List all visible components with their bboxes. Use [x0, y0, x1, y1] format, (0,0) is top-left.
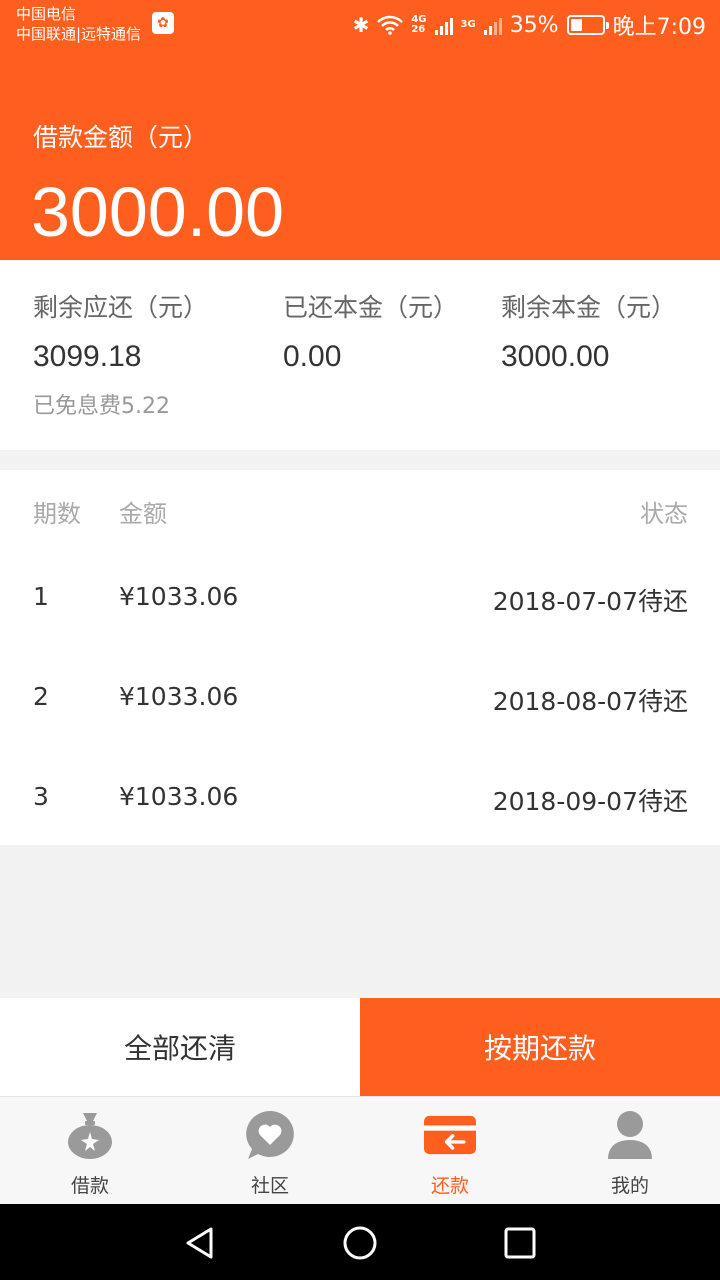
- wifi-icon: [377, 15, 404, 35]
- row-status: 2018-07-07待还: [492, 587, 688, 616]
- status-bar: 中国电信 中国联通|远特通信 ✿ ✱ 4G 26 3G 35% 晚上7:09: [0, 0, 720, 50]
- battery-icon: [566, 15, 609, 35]
- header-amount: 金额: [119, 500, 167, 528]
- row-period: 2: [33, 682, 49, 711]
- tab-label: 社区: [250, 1175, 289, 1197]
- remaining-principal-label: 剩余本金（元）: [501, 293, 677, 322]
- repayment-summary: 剩余应还（元） 3099.18 已还本金（元） 0.00 剩余本金（元） 300…: [0, 260, 720, 450]
- network-type-4g: 4G 26: [411, 14, 427, 35]
- row-period: 1: [33, 582, 49, 611]
- network-type-3g: 3G: [460, 19, 476, 30]
- card-return-icon: [424, 1115, 476, 1155]
- action-bar: 全部还清 按期还款: [0, 998, 720, 1096]
- repaid-principal-label: 已还本金（元）: [283, 293, 459, 322]
- schedule-row[interactable]: 3 ¥1033.06 2018-09-07待还: [0, 770, 720, 830]
- battery-percent: 35%: [509, 12, 559, 38]
- pay-all-button[interactable]: 全部还清: [0, 998, 360, 1096]
- header-status: 状态: [640, 500, 688, 528]
- tab-repay[interactable]: 还款: [360, 1097, 540, 1205]
- repayment-schedule: 期数 金额 状态 1 ¥1033.06 2018-07-07待还 2 ¥1033…: [0, 470, 720, 845]
- loan-amount-label: 借款金额（元）: [33, 123, 209, 152]
- remaining-due-label: 剩余应还（元）: [33, 293, 209, 322]
- tab-mine[interactable]: 我的: [540, 1097, 720, 1205]
- tab-label: 借款: [70, 1175, 109, 1197]
- row-amount: ¥1033.06: [119, 782, 239, 811]
- carrier-info: 中国电信 中国联通|远特通信: [16, 4, 141, 44]
- signal-icon-2: [483, 15, 502, 35]
- remaining-due-value: 3099.18: [33, 340, 142, 373]
- row-amount: ¥1033.06: [119, 682, 239, 711]
- loan-amount-value: 3000.00: [31, 173, 285, 251]
- row-status: 2018-09-07待还: [492, 787, 688, 816]
- repaid-principal-value: 0.00: [283, 340, 342, 373]
- money-bag-icon: [68, 1113, 112, 1159]
- pay-by-period-button[interactable]: 按期还款: [360, 998, 720, 1096]
- row-status: 2018-08-07待还: [492, 687, 688, 716]
- home-icon[interactable]: [343, 1226, 377, 1260]
- header-period: 期数: [33, 500, 81, 528]
- clock: 晚上7:09: [612, 15, 706, 40]
- carrier-2: 中国联通|远特通信: [16, 25, 142, 43]
- sim-app-icon: ✿: [152, 12, 174, 34]
- waived-fee-note: 已免息费5.22: [33, 394, 170, 419]
- bluetooth-icon: ✱: [352, 13, 370, 37]
- tab-community[interactable]: 社区: [180, 1097, 360, 1205]
- status-icons: ✱ 4G 26 3G 35% 晚上7:09: [353, 8, 706, 42]
- signal-icon-1: [434, 15, 453, 35]
- row-period: 3: [33, 782, 49, 811]
- remaining-principal-value: 3000.00: [501, 340, 610, 373]
- carrier-1: 中国电信: [16, 5, 77, 23]
- schedule-row[interactable]: 2 ¥1033.06 2018-08-07待还: [0, 670, 720, 730]
- user-icon: [608, 1111, 652, 1159]
- tab-label: 我的: [610, 1175, 649, 1197]
- schedule-row[interactable]: 1 ¥1033.06 2018-07-07待还: [0, 570, 720, 630]
- bottom-tab-bar: 借款 社区 还款 我的: [0, 1096, 720, 1204]
- tab-loan[interactable]: 借款: [0, 1097, 180, 1205]
- system-nav-bar: [0, 1204, 720, 1280]
- row-amount: ¥1033.06: [119, 582, 239, 611]
- header: 中国电信 中国联通|远特通信 ✿ ✱ 4G 26 3G 35% 晚上7:09 借款…: [0, 0, 720, 260]
- heart-bubble-icon: [246, 1111, 294, 1159]
- tab-label: 还款: [430, 1175, 469, 1197]
- recents-icon[interactable]: [503, 1226, 537, 1260]
- back-icon[interactable]: [183, 1226, 217, 1260]
